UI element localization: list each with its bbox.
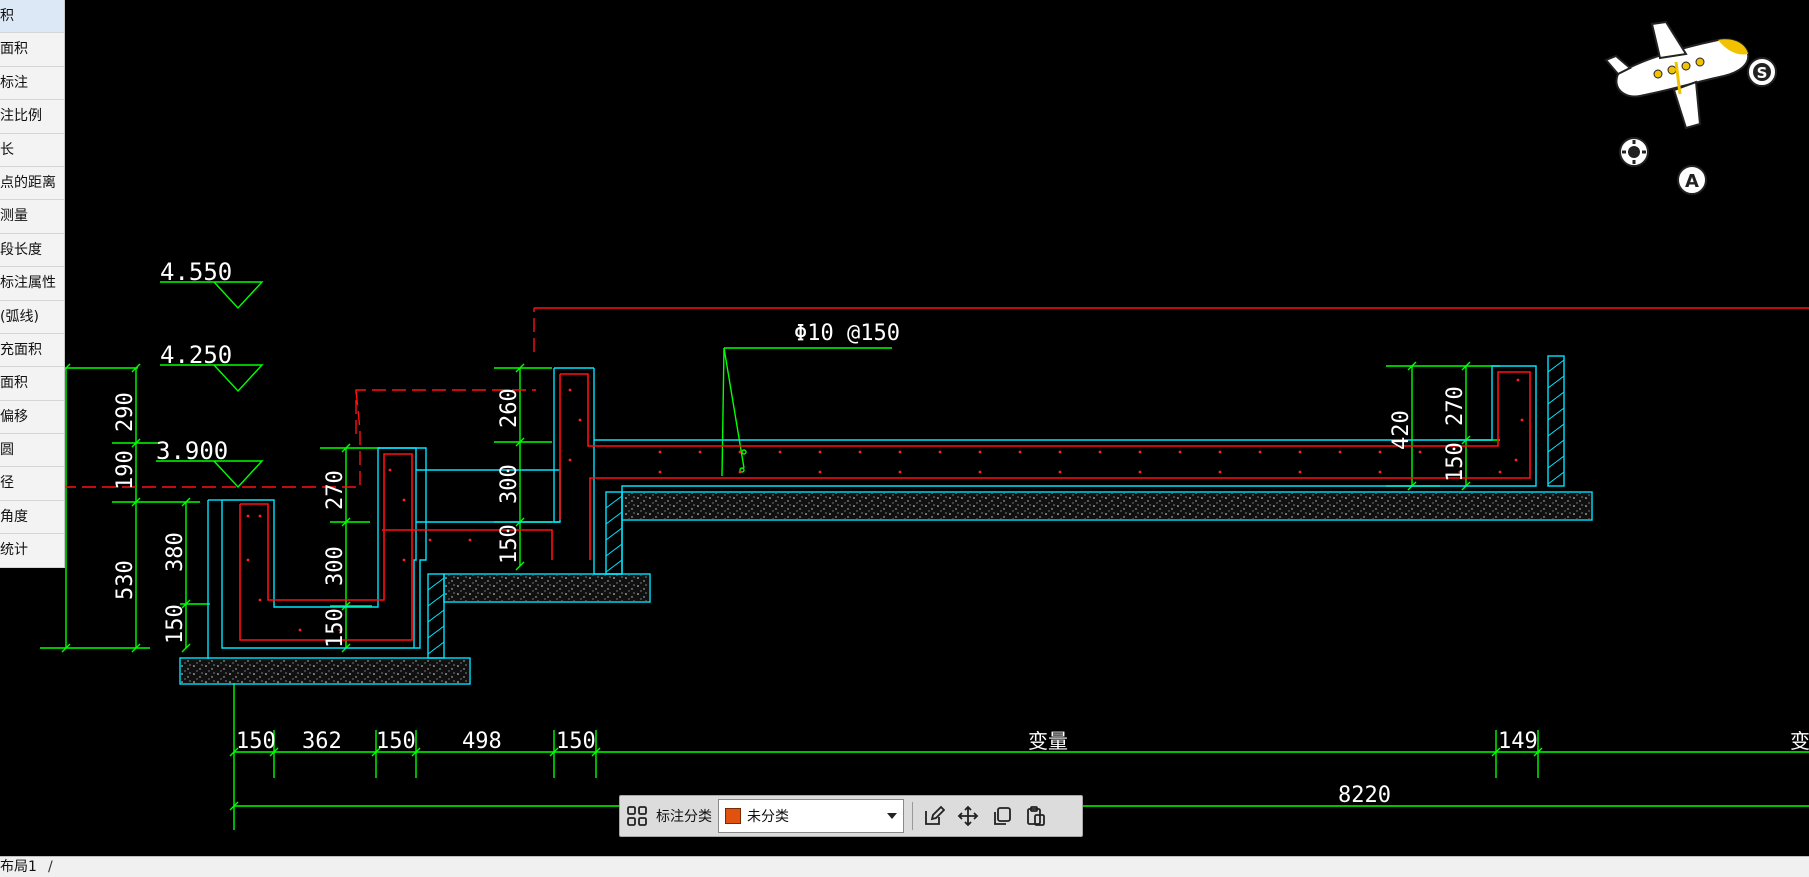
category-label: 标注分类 (656, 809, 712, 825)
dim-mid-a-270: 270 (323, 470, 348, 510)
footing-fill-mid (445, 575, 649, 601)
dim-bottom-5: 150 (556, 729, 596, 754)
dim-mid-b-260: 260 (497, 388, 522, 428)
chevron-down-icon (887, 813, 897, 819)
menu-item-15[interactable]: 径 (0, 467, 64, 501)
drawing-svg[interactable]: 4.550 4.250 3.900 Φ10 @150 290 190 530 3… (0, 0, 1809, 856)
menu-item-17[interactable]: 统计 (0, 534, 64, 568)
rebar-spec-label: Φ10 @150 (794, 321, 900, 346)
menu-item-4[interactable]: 注比例 (0, 100, 64, 134)
menu-item-2[interactable]: 面积 (0, 33, 64, 67)
menu-item-13[interactable]: 偏移 (0, 401, 64, 435)
menu-item-5[interactable]: 长 (0, 134, 64, 167)
tab-separator: / (48, 859, 53, 875)
menu-item-16[interactable]: 角度 (0, 501, 64, 535)
menu-item-14[interactable]: 圆 (0, 434, 64, 468)
category-select-value: 未分类 (747, 809, 789, 825)
edit-icon (925, 805, 945, 825)
dim-mid-a-150: 150 (323, 608, 348, 648)
dimension-toolbar: 标注分类 未分类 (619, 795, 1083, 837)
elevation-label-2: 4.250 (160, 341, 232, 369)
structure-outline (179, 355, 1593, 685)
dim-bottom-1: 150 (236, 729, 276, 754)
menu-item-8[interactable]: 段长度 (0, 234, 64, 268)
dim-bottom-variable: 变量 (1028, 729, 1068, 753)
footing-fill-right (623, 493, 1591, 519)
settings-gear-button[interactable] (1619, 137, 1649, 167)
menu-item-6[interactable]: 点的距离 (0, 167, 64, 201)
view-control-widget: S A (1600, 10, 1790, 200)
measure-tools-menu: 积 面积 标注 注比例 长 点的距离 测量 段长度 标注属性 (弧线) 充面积 … (0, 0, 65, 568)
airplane-icon[interactable] (1604, 20, 1750, 130)
dim-mid-b-150: 150 (497, 524, 522, 564)
drawing-canvas[interactable]: 4.550 4.250 3.900 Φ10 @150 290 190 530 3… (0, 0, 1809, 856)
dim-left-380: 380 (163, 532, 188, 572)
dim-bottom-cut: 变 (1790, 729, 1809, 753)
dim-left-150: 150 (163, 604, 188, 644)
paste-dimension-button[interactable] (1019, 799, 1053, 833)
category-color-swatch (725, 808, 741, 824)
dim-right-150: 150 (1443, 442, 1468, 482)
dim-bottom-3: 150 (376, 729, 416, 754)
menu-item-9[interactable]: 标注属性 (0, 267, 64, 301)
menu-item-12[interactable]: 面积 (0, 367, 64, 401)
dim-bottom-4: 498 (462, 729, 502, 754)
dim-left-190: 190 (113, 450, 138, 490)
dim-left-290: 290 (113, 392, 138, 432)
elevation-label-3: 3.900 (156, 437, 228, 465)
snap-s-label: S (1757, 64, 1768, 82)
layout-tab-strip: 布局1 / (0, 856, 1809, 877)
menu-item-3[interactable]: 标注 (0, 67, 64, 101)
footing-fill-left (181, 659, 469, 683)
edit-dimension-button[interactable] (917, 799, 951, 833)
category-select[interactable]: 未分类 (718, 799, 904, 833)
dim-left-530: 530 (113, 560, 138, 600)
grid-view-button[interactable] (620, 799, 654, 833)
menu-item-7[interactable]: 测量 (0, 200, 64, 234)
elevation-label-1: 4.550 (160, 258, 232, 286)
move-icon (957, 805, 979, 827)
dim-right-420: 420 (1389, 410, 1414, 450)
copy-dimension-button[interactable] (985, 799, 1019, 833)
copy-icon (994, 807, 1011, 825)
toolbar-divider (912, 802, 913, 830)
menu-item-1[interactable]: 积 (0, 0, 64, 34)
dim-mid-a-300: 300 (323, 546, 348, 586)
dim-right-270: 270 (1443, 386, 1468, 426)
text-a-label: A (1685, 171, 1699, 192)
layout-tab-1[interactable]: 布局1 (0, 858, 41, 877)
grid-view-icon (627, 806, 647, 826)
paste-icon (1027, 806, 1045, 826)
dim-bottom-2: 362 (302, 729, 342, 754)
move-dimension-button[interactable] (951, 799, 985, 833)
snap-s-button[interactable]: S (1747, 57, 1777, 87)
text-a-button[interactable]: A (1677, 165, 1707, 195)
dim-bottom-7: 149 (1498, 729, 1538, 754)
dim-total: 8220 (1338, 783, 1391, 808)
menu-item-11[interactable]: 充面积 (0, 334, 64, 368)
menu-item-10[interactable]: (弧线) (0, 301, 64, 334)
dim-mid-b-300: 300 (497, 464, 522, 504)
